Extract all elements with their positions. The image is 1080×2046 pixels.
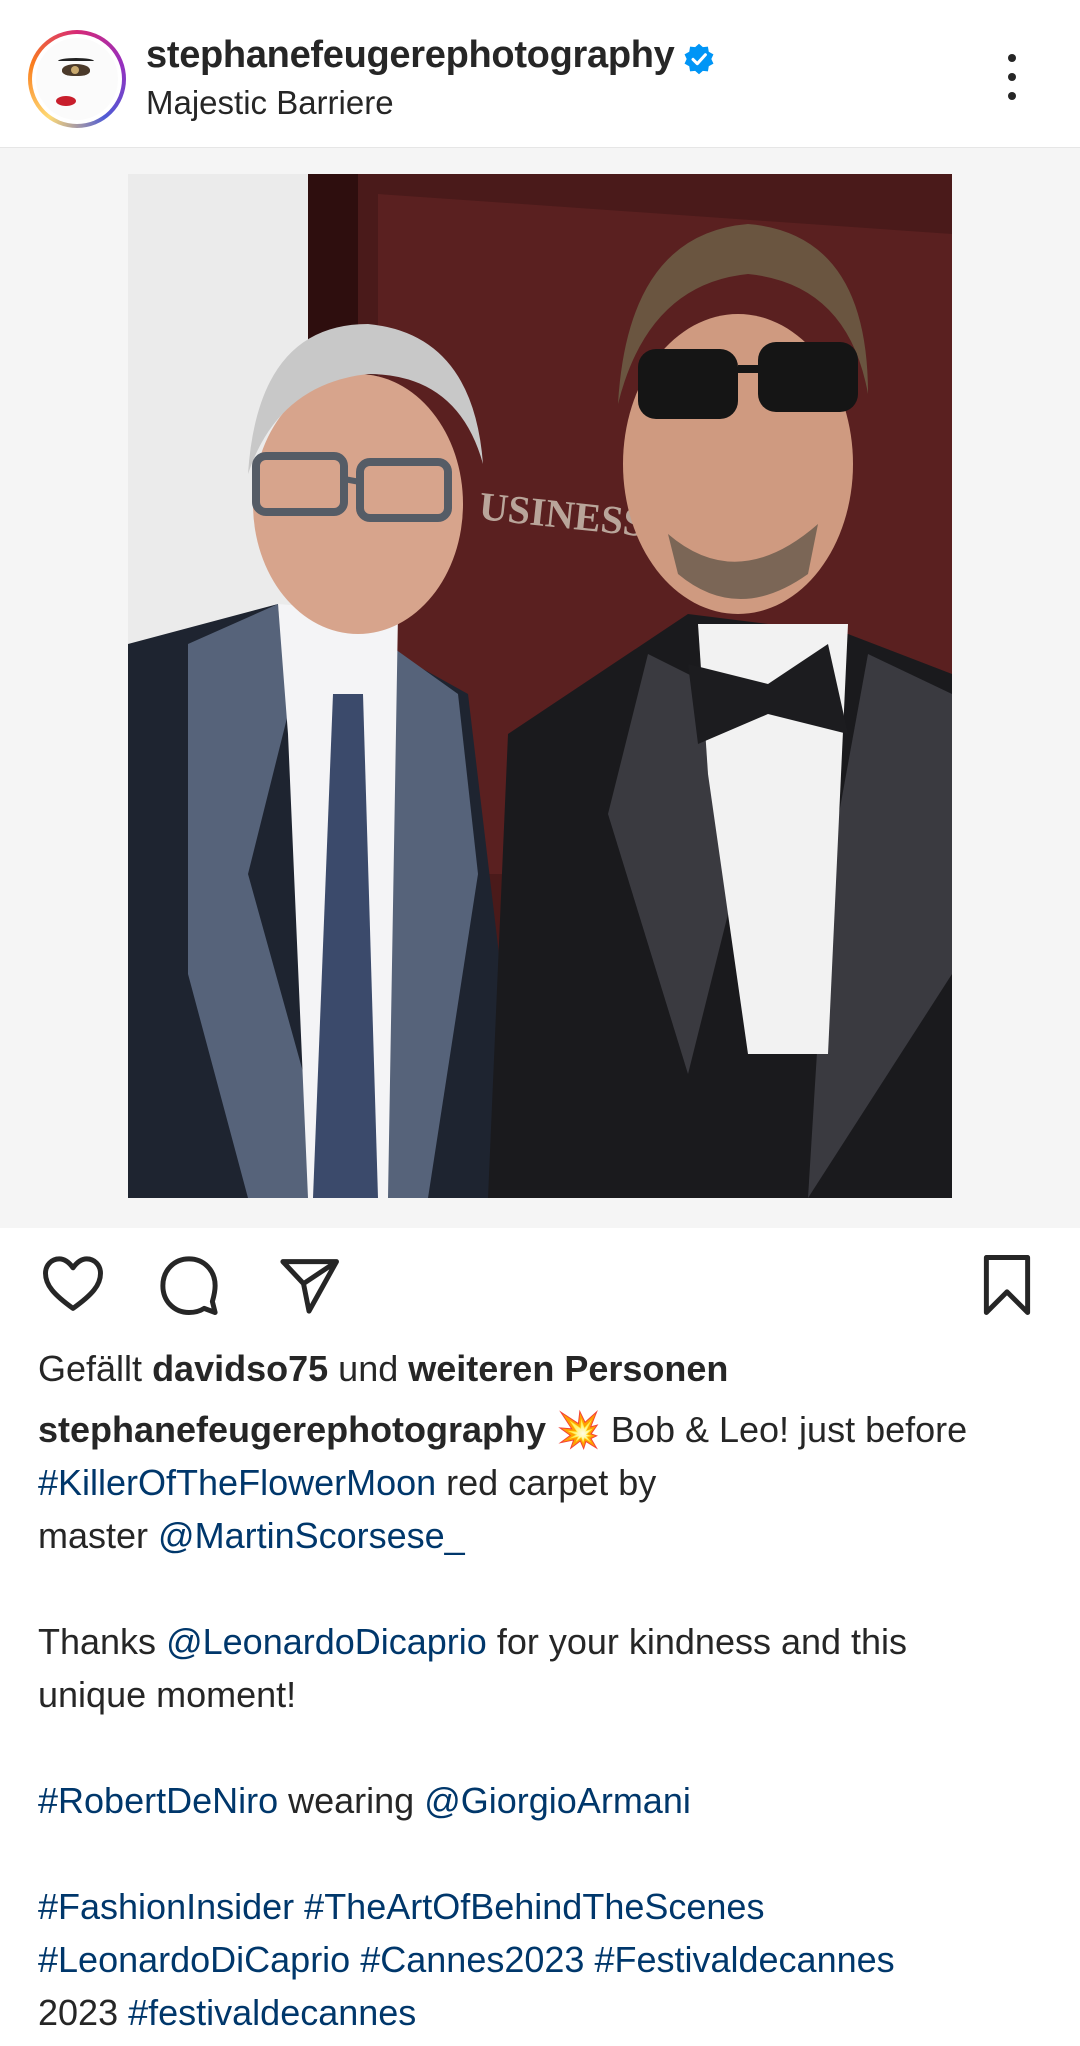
hashtag-link[interactable]: #RobertDeNiro bbox=[38, 1780, 278, 1821]
post-media[interactable]: USINESS bbox=[0, 148, 1080, 1228]
likes-and: und bbox=[338, 1348, 399, 1389]
likes-others[interactable]: weiteren Personen bbox=[408, 1348, 728, 1389]
bookmark-icon[interactable] bbox=[974, 1252, 1040, 1318]
post-username[interactable]: stephanefeugerephotography bbox=[146, 34, 675, 77]
likes-prefix: Gefällt bbox=[38, 1348, 143, 1389]
more-options-icon[interactable] bbox=[1004, 54, 1020, 100]
liker-username[interactable]: davidso75 bbox=[152, 1348, 328, 1389]
collision-emoji: 💥 bbox=[556, 1409, 601, 1450]
comment-icon[interactable] bbox=[156, 1252, 222, 1318]
caption-text: Thanks bbox=[38, 1621, 157, 1662]
post-header: stephanefeugerephotography Majestic Barr… bbox=[0, 0, 1080, 148]
post-caption: stephanefeugerephotography 💥 Bob & Leo! … bbox=[38, 1403, 1048, 2039]
caption-text: unique moment! bbox=[38, 1674, 297, 1715]
caption-text: master bbox=[38, 1515, 149, 1556]
send-icon[interactable] bbox=[276, 1252, 342, 1318]
verified-badge-icon bbox=[684, 43, 714, 75]
heart-icon[interactable] bbox=[40, 1252, 106, 1318]
caption-text: red carpet by bbox=[446, 1462, 657, 1503]
caption-author[interactable]: stephanefeugerephotography bbox=[38, 1409, 546, 1450]
post-photo: USINESS bbox=[128, 174, 952, 1198]
likes-summary[interactable]: Gefällt davidso75 und weiteren Personen bbox=[38, 1348, 728, 1390]
caption-text: Bob & Leo! just before bbox=[610, 1409, 968, 1450]
caption-text: 2023 bbox=[38, 1992, 119, 2033]
mention-link[interactable]: @GiorgioArmani bbox=[424, 1780, 691, 1821]
hashtag-link[interactable]: #Festivaldecannes bbox=[594, 1939, 894, 1980]
hashtag-link[interactable]: #KillerOfTheFlowerMoon bbox=[38, 1462, 436, 1503]
profile-avatar[interactable] bbox=[28, 30, 126, 128]
hashtag-link[interactable]: #Cannes2023 bbox=[360, 1939, 584, 1980]
hashtag-link[interactable]: #LeonardoDiCaprio bbox=[38, 1939, 350, 1980]
hashtag-link[interactable]: #festivaldecannes bbox=[128, 1992, 416, 2033]
mention-link[interactable]: @LeonardoDicaprio bbox=[166, 1621, 487, 1662]
hashtag-link[interactable]: #TheArtOfBehindTheScenes bbox=[304, 1886, 764, 1927]
avatar-image bbox=[36, 38, 118, 120]
hashtag-link[interactable]: #FashionInsider bbox=[38, 1886, 294, 1927]
post-location[interactable]: Majestic Barriere bbox=[146, 84, 394, 122]
mention-link[interactable]: @MartinScorsese_ bbox=[158, 1515, 465, 1556]
caption-text: for your kindness and this bbox=[496, 1621, 908, 1662]
caption-text: wearing bbox=[288, 1780, 415, 1821]
